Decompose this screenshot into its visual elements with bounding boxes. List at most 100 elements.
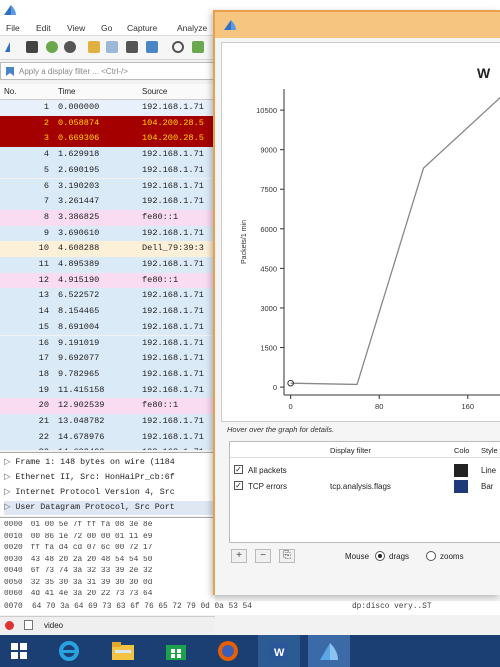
stop-capture-icon[interactable] (26, 41, 38, 53)
word-taskbar-button[interactable]: W (258, 635, 300, 667)
header-style[interactable]: Style (481, 446, 498, 455)
detail-row-selected[interactable]: ▷ User Datagram Protocol, Src Port (4, 501, 215, 515)
packet-time: 4.608288 (58, 243, 100, 254)
capture-options-icon[interactable] (64, 41, 76, 53)
packet-row[interactable]: 15 8.691004 192.168.1.71 (0, 319, 215, 336)
hex-bytes: 00 86 1e 72 00 00 01 11 e9 (30, 532, 153, 541)
close-file-icon[interactable] (126, 41, 138, 53)
packet-no: 7 (43, 196, 49, 207)
file-explorer-taskbar-button[interactable] (102, 635, 144, 667)
packet-row[interactable]: 23 14.692400 192.168.1.71 (0, 445, 215, 450)
packet-row[interactable]: 5 2.690195 192.168.1.71 (0, 162, 215, 179)
detail-row[interactable]: ▷ Ethernet II, Src: HonHaiPr_cb:6f (4, 471, 215, 485)
wireshark-taskbar-button[interactable] (308, 635, 350, 667)
packet-row[interactable]: 7 3.261447 192.168.1.71 (0, 194, 215, 210)
graph-row-tcp-errors[interactable]: ✓ TCP errors tcp.analysis.flags Bar (230, 478, 500, 494)
menu-analyze[interactable]: Analyze (177, 23, 207, 33)
packet-no: 5 (43, 164, 49, 175)
windows-taskbar: W (0, 635, 500, 667)
y-tick-label: 9000 (260, 146, 277, 155)
status-text: video (44, 621, 64, 630)
reload-file-icon[interactable] (146, 41, 158, 53)
packet-row[interactable]: 6 3.190203 192.168.1.71 (0, 178, 215, 195)
packet-row[interactable]: 19 11.415158 192.168.1.71 (0, 382, 215, 399)
packet-no: 1 (43, 102, 49, 112)
packet-row[interactable]: 3 0.669306 104.200.28.5 (0, 131, 215, 148)
io-graph-chart[interactable]: 0 1500 3000 4500 6000 7500 9000 10500 0 80 160 Pack… (222, 43, 500, 421)
display-filter-bar[interactable]: Apply a display filter ... <Ctrl-/> (0, 62, 215, 80)
hex-bytes: 4d 41 4e 3a 20 22 73 73 64 (30, 590, 153, 598)
packet-row[interactable]: 9 3.690610 192.168.1.71 (0, 225, 215, 242)
open-file-icon[interactable] (88, 41, 100, 53)
internet-explorer-icon (59, 641, 79, 661)
packet-time: 4.895389 (58, 259, 100, 269)
menu-view[interactable]: View (67, 23, 85, 33)
expert-info-icon[interactable] (5, 621, 14, 630)
menu-file[interactable]: File (6, 23, 20, 33)
column-source[interactable]: Source (142, 87, 167, 96)
io-graph-plot[interactable]: W 0 1500 3000 4500 6000 7500 9000 10500 0 80 160 Pa… (221, 42, 500, 422)
firefox-taskbar-button[interactable] (207, 635, 249, 667)
packet-time: 8.691004 (58, 321, 100, 332)
packet-row[interactable]: 21 13.048782 192.168.1.71 (0, 414, 215, 430)
internet-explorer-taskbar-button[interactable] (48, 635, 90, 667)
packet-row[interactable]: 4 1.629918 192.168.1.71 (0, 147, 215, 163)
go-back-icon[interactable] (192, 41, 204, 53)
hex-row: 0010 00 86 1e 72 00 00 01 11 e9 (4, 533, 215, 541)
menu-capture[interactable]: Capture (127, 23, 157, 33)
header-display-filter[interactable]: Display filter (330, 446, 371, 455)
packet-row[interactable]: 18 9.782965 192.168.1.71 (0, 366, 215, 383)
graph-filter[interactable]: tcp.analysis.flags (330, 482, 391, 491)
packet-row[interactable]: 1 0.000000 192.168.1.71 (0, 100, 215, 116)
graph-row-all-packets[interactable]: ✓ All packets Line (230, 462, 500, 478)
packet-no: 12 (38, 274, 49, 285)
packet-row[interactable]: 13 6.522572 192.168.1.71 (0, 288, 215, 305)
restart-capture-icon[interactable] (46, 41, 58, 53)
hex-bytes: ff fa d4 cd 07 6c 00 72 17 (30, 544, 153, 552)
wireshark-fin-icon (4, 5, 16, 15)
start-button[interactable] (0, 635, 42, 667)
color-swatch[interactable] (454, 480, 468, 493)
packet-row[interactable]: 22 14.678976 192.168.1.71 (0, 429, 215, 446)
zooms-radio[interactable] (426, 551, 436, 561)
packet-row[interactable]: 14 8.154465 192.168.1.71 (0, 304, 215, 320)
save-file-icon[interactable] (106, 41, 118, 53)
copy-graph-button[interactable]: ⎘ (279, 549, 295, 563)
packet-row[interactable]: 17 9.692077 192.168.1.71 (0, 351, 215, 367)
menu-go[interactable]: Go (101, 23, 112, 33)
packet-source: 192.168.1.71 (142, 259, 204, 269)
packet-row[interactable]: 8 3.386825 fe80::1 (0, 209, 215, 226)
graph-style[interactable]: Bar (481, 482, 493, 491)
store-taskbar-button[interactable] (155, 635, 197, 667)
packet-row[interactable]: 10 4.608288 Dell_79:39:3 (0, 241, 215, 257)
detail-row[interactable]: ▷ Internet Protocol Version 4, Src (4, 486, 215, 500)
packet-source: fe80::1 (142, 400, 179, 411)
menu-edit[interactable]: Edit (36, 23, 51, 33)
detail-row[interactable]: ▷ Frame 1: 148 bytes on wire (1184 (4, 456, 215, 470)
packet-row[interactable]: 11 4.895389 192.168.1.71 (0, 257, 215, 273)
packet-no: 19 (38, 384, 49, 395)
column-time[interactable]: Time (58, 87, 75, 96)
enable-checkbox[interactable]: ✓ (234, 481, 243, 490)
comment-icon[interactable] (24, 620, 33, 630)
packet-no: 11 (38, 259, 49, 269)
start-capture-icon[interactable] (4, 41, 16, 53)
header-color[interactable]: Colo (454, 446, 469, 455)
add-graph-button[interactable]: + (231, 549, 247, 563)
enable-checkbox[interactable]: ✓ (234, 465, 243, 474)
packet-row[interactable]: 2 0.058874 104.200.28.5 (0, 115, 215, 132)
drags-radio[interactable] (375, 551, 385, 561)
packet-row[interactable]: 20 12.902539 fe80::1 (0, 398, 215, 414)
packet-row[interactable]: 12 4.915190 fe80::1 (0, 272, 215, 289)
bookmark-icon[interactable] (5, 66, 15, 77)
packet-source: fe80::1 (142, 274, 179, 285)
find-packet-icon[interactable] (172, 41, 184, 53)
color-swatch[interactable] (454, 464, 468, 477)
remove-graph-button[interactable]: − (255, 549, 271, 563)
display-filter-input[interactable]: Apply a display filter ... <Ctrl-/> (19, 67, 128, 76)
packet-row[interactable]: 16 9.191019 192.168.1.71 (0, 335, 215, 352)
column-no[interactable]: No. (4, 87, 16, 96)
packet-source: 104.200.28.5 (142, 117, 204, 128)
hex-row: 0030 43 48 20 2a 20 48 54 54 50 (4, 556, 215, 564)
graph-style[interactable]: Line (481, 466, 496, 475)
